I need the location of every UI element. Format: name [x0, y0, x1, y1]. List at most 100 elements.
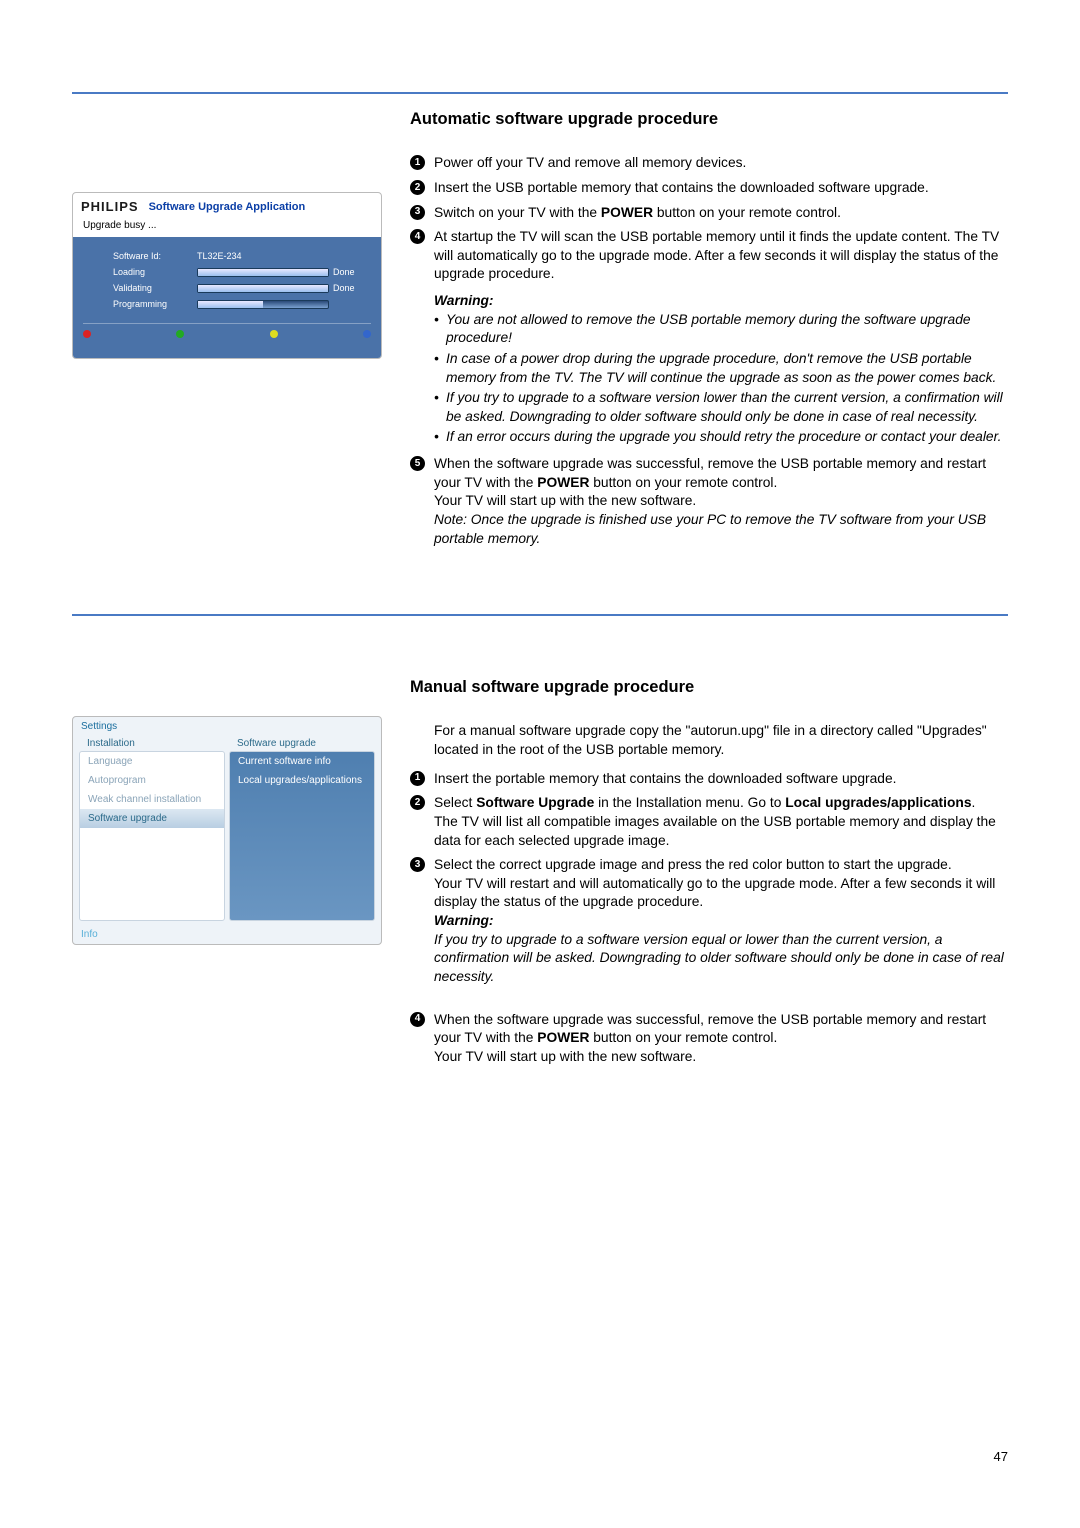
auto-steps-cont: 5 When the software upgrade was successf… [410, 455, 1008, 548]
blue-dot-icon [363, 330, 371, 338]
settings-item-autoprogram: Autoprogram [80, 771, 224, 790]
warning-3: If you try to upgrade to a software vers… [434, 389, 1008, 426]
auto-step-4: 4 At startup the TV will scan the USB po… [410, 228, 1008, 284]
loading-label: Loading [113, 267, 193, 277]
validating-done: Done [333, 283, 371, 293]
section1-title: Automatic software upgrade procedure [410, 108, 1008, 130]
programming-label: Programming [113, 299, 193, 309]
power-bold: POWER [537, 475, 589, 490]
auto-step-2: 2 Insert the USB portable memory that co… [410, 179, 1008, 198]
programming-row: Programming [83, 299, 371, 309]
settings-item-language: Language [80, 752, 224, 771]
programming-bar [197, 300, 329, 309]
manual-steps: 1 Insert the portable memory that contai… [410, 770, 1008, 987]
settings-right-header: Software upgrade [229, 736, 375, 751]
settings-columns: Installation Language Autoprogram Weak c… [73, 736, 381, 925]
upgrade-app-body: Software Id: TL32E-234 Loading Done Vali… [73, 237, 381, 358]
manual-step-2: 2 Select Software Upgrade in the Install… [410, 794, 1008, 850]
auto-step-5-note: Note: Once the upgrade is finished use y… [434, 512, 986, 546]
software-id-row: Software Id: TL32E-234 [83, 251, 371, 261]
manual-step-3: 3 Select the correct upgrade image and p… [410, 856, 1008, 986]
warning-title-1: Warning: [434, 292, 1008, 311]
manual-step-4-text: When the software upgrade was successful… [434, 1012, 986, 1046]
top-divider [72, 92, 1008, 94]
settings-app-illustration: Settings Installation Language Autoprogr… [72, 716, 382, 945]
software-id-label: Software Id: [113, 251, 193, 261]
manual-step-1: 1 Insert the portable memory that contai… [410, 770, 1008, 789]
auto-step-5-text: When the software upgrade was successful… [434, 456, 986, 490]
step-bullet-icon: 2 [410, 180, 425, 195]
auto-step-4-text: At startup the TV will scan the USB port… [434, 229, 999, 281]
validating-bar [197, 284, 329, 293]
step-bullet-icon: 4 [410, 1012, 425, 1027]
illustration-col-2: Settings Installation Language Autoprogr… [72, 676, 382, 1072]
validating-row: Validating Done [83, 283, 371, 293]
settings-left-header: Installation [79, 736, 225, 751]
manual-step-3-text: Select the correct upgrade image and pre… [434, 857, 952, 872]
warning-4: If an error occurs during the upgrade yo… [434, 428, 1008, 447]
warning-title-2: Warning: [434, 913, 494, 928]
text-col-2: Manual software upgrade procedure For a … [410, 676, 1008, 1072]
settings-right-pane: Current software info Local upgrades/app… [229, 751, 375, 921]
auto-step-1-text: Power off your TV and remove all memory … [434, 155, 746, 170]
settings-item-current-info: Current software info [230, 752, 374, 771]
page-content: PHILIPS Software Upgrade Application Upg… [72, 108, 1008, 1132]
manual-step-2-text: Select Software Upgrade in the Installat… [434, 795, 975, 810]
step-bullet-icon: 2 [410, 795, 425, 810]
auto-step-1: 1 Power off your TV and remove all memor… [410, 154, 1008, 173]
text-col-1: Automatic software upgrade procedure 1 P… [410, 108, 1008, 554]
upgrade-app-title: Software Upgrade Application [149, 201, 306, 213]
upgrade-app-illustration: PHILIPS Software Upgrade Application Upg… [72, 192, 382, 359]
upgrade-app-footer [83, 323, 371, 338]
auto-step-3: 3 Switch on your TV with the POWER butto… [410, 204, 1008, 223]
manual-step-4-body: Your TV will start up with the new softw… [434, 1049, 696, 1064]
manual-step-3-body: Your TV will restart and will automatica… [434, 876, 995, 910]
settings-left-wrap: Installation Language Autoprogram Weak c… [79, 736, 225, 921]
manual-step-1-text: Insert the portable memory that contains… [434, 771, 896, 786]
warning-2: In case of a power drop during the upgra… [434, 350, 1008, 387]
validating-label: Validating [113, 283, 193, 293]
warning-list-1: You are not allowed to remove the USB po… [434, 311, 1008, 447]
upgrade-app-status: Upgrade busy ... [73, 220, 381, 237]
settings-item-weak-channel: Weak channel installation [80, 790, 224, 809]
software-upgrade-bold: Software Upgrade [476, 795, 594, 810]
section-automatic: PHILIPS Software Upgrade Application Upg… [72, 108, 1008, 554]
auto-step-5-extra: Your TV will start up with the new softw… [434, 493, 696, 508]
auto-step-3-text: Switch on your TV with the POWER button … [434, 205, 841, 220]
settings-title: Settings [73, 717, 381, 736]
auto-step-5: 5 When the software upgrade was successf… [410, 455, 1008, 548]
step-bullet-icon: 3 [410, 205, 425, 220]
page-number: 47 [994, 1449, 1008, 1464]
upgrade-app-header: PHILIPS Software Upgrade Application [73, 193, 381, 220]
manual-step-4: 4 When the software upgrade was successf… [410, 1011, 1008, 1067]
auto-step-2-text: Insert the USB portable memory that cont… [434, 180, 929, 195]
warning-block-1: Warning: You are not allowed to remove t… [410, 292, 1008, 447]
step-bullet-icon: 1 [410, 771, 425, 786]
power-bold: POWER [601, 205, 653, 220]
warning-1: You are not allowed to remove the USB po… [434, 311, 1008, 348]
settings-left-pane: Language Autoprogram Weak channel instal… [79, 751, 225, 921]
step-bullet-icon: 5 [410, 456, 425, 471]
loading-done: Done [333, 267, 371, 277]
green-dot-icon [176, 330, 184, 338]
step-bullet-icon: 4 [410, 229, 425, 244]
yellow-dot-icon [270, 330, 278, 338]
local-upgrades-bold: Local upgrades/applications [785, 795, 971, 810]
software-id-value: TL32E-234 [197, 251, 371, 261]
loading-row: Loading Done [83, 267, 371, 277]
philips-logo: PHILIPS [81, 199, 139, 214]
mid-divider [72, 614, 1008, 616]
warning-body-2: If you try to upgrade to a software vers… [434, 932, 1004, 984]
red-dot-icon [83, 330, 91, 338]
section-manual: Settings Installation Language Autoprogr… [72, 676, 1008, 1072]
power-bold: POWER [537, 1030, 589, 1045]
illustration-col-1: PHILIPS Software Upgrade Application Upg… [72, 108, 382, 554]
step-bullet-icon: 1 [410, 155, 425, 170]
auto-steps: 1 Power off your TV and remove all memor… [410, 154, 1008, 284]
manual-intro: For a manual software upgrade copy the "… [410, 722, 1008, 759]
settings-info: Info [73, 925, 381, 944]
manual-step-2-body: The TV will list all compatible images a… [434, 814, 996, 848]
settings-item-software-upgrade: Software upgrade [80, 809, 224, 828]
step-bullet-icon: 3 [410, 857, 425, 872]
loading-bar [197, 268, 329, 277]
